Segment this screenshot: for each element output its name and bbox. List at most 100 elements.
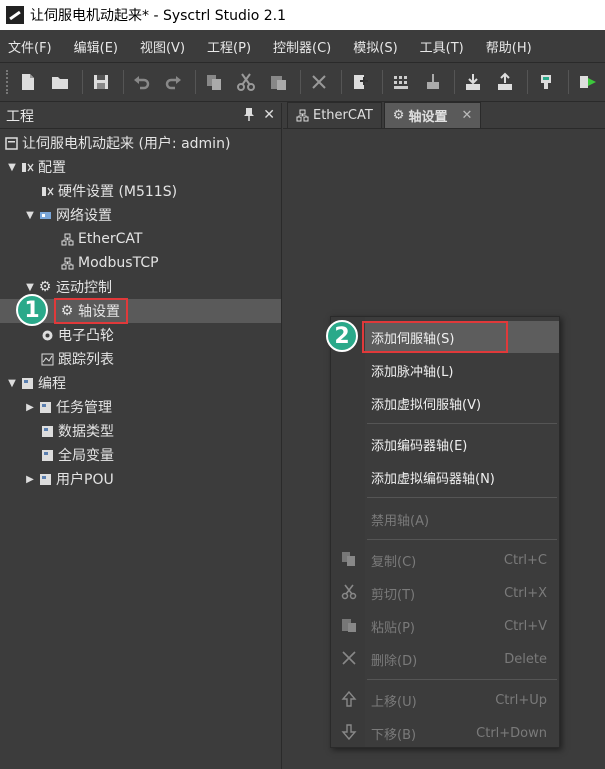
tree-item-datatype[interactable]: 数据类型 [0, 419, 281, 443]
menu-item-move-down[interactable]: 下移(B) Ctrl+Down [365, 717, 559, 749]
tree-item-label: 用户POU [56, 472, 114, 488]
paste-button[interactable] [264, 68, 292, 96]
tree-item-motion[interactable]: ▼ ⚙ 运动控制 [0, 275, 281, 299]
expand-arrow-icon[interactable]: ▼ [24, 282, 36, 293]
menu-item-copy[interactable]: 复制(C) Ctrl+C [365, 544, 559, 576]
download-button[interactable] [459, 68, 487, 96]
collapse-arrow-icon[interactable]: ▶ [24, 474, 36, 485]
tree-item-label: 电子凸轮 [58, 328, 114, 344]
redo-button[interactable] [159, 68, 187, 96]
compile-icon [353, 75, 368, 89]
paste-icon [271, 76, 287, 90]
menu-item-label: 下移(B) [371, 727, 417, 743]
menu-simulate[interactable]: 模拟(S) [353, 37, 397, 56]
tab-close-icon[interactable]: ✕ [461, 108, 472, 123]
folder-icon [51, 77, 68, 89]
menu-item-shortcut: Delete [504, 651, 547, 667]
tree-item-modbus[interactable]: ModbusTCP [0, 251, 281, 275]
pin-icon[interactable] [243, 107, 255, 125]
project-panel-header: 工程 ✕ [0, 103, 281, 129]
menu-item-add-virtual-servo[interactable]: 添加虚拟伺服轴(V) [365, 387, 559, 419]
tree-item-globalvar[interactable]: 全局变量 [0, 443, 281, 467]
menu-item-paste[interactable]: 粘贴(P) Ctrl+V [365, 610, 559, 642]
scissors-icon [339, 582, 359, 602]
tree-item-task[interactable]: ▶ 任务管理 [0, 395, 281, 419]
menu-item-add-encoder[interactable]: 添加编码器轴(E) [365, 428, 559, 460]
expand-arrow-icon[interactable]: ▼ [6, 378, 18, 389]
menu-help[interactable]: 帮助(H) [486, 37, 532, 56]
delete-button[interactable] [305, 68, 333, 96]
menu-item-label: 添加脉冲轴(L) [371, 364, 454, 380]
build-button[interactable] [387, 68, 415, 96]
menu-item-disable-axis[interactable]: 禁用轴(A) [365, 503, 559, 535]
toolbar-divider [568, 70, 570, 94]
menu-item-move-up[interactable]: 上移(U) Ctrl+Up [365, 684, 559, 716]
toolbar-divider [454, 70, 456, 94]
menu-item-add-pulse[interactable]: 添加脉冲轴(L) [365, 354, 559, 386]
tab-ethercat[interactable]: EtherCAT [287, 102, 382, 128]
tree-item-userpou[interactable]: ▶ 用户POU [0, 467, 281, 491]
arrow-up-icon [339, 689, 359, 709]
toolbar [0, 62, 605, 102]
menu-item-label: 粘贴(P) [371, 620, 415, 636]
upload-button[interactable] [491, 68, 519, 96]
menu-tools[interactable]: 工具(T) [420, 37, 464, 56]
tree-item-label: 轴设置 [78, 304, 120, 320]
menu-project[interactable]: 工程(P) [207, 37, 251, 56]
expand-arrow-icon[interactable]: ▼ [24, 210, 36, 221]
tab-label: EtherCAT [313, 108, 373, 123]
add-servo-highlight-box [362, 321, 508, 353]
toolbar-grip[interactable] [6, 70, 10, 94]
menu-controller[interactable]: 控制器(C) [273, 37, 331, 56]
open-folder-button[interactable] [46, 68, 74, 96]
run-button[interactable] [573, 68, 601, 96]
cut-button[interactable] [232, 68, 260, 96]
expand-arrow-icon[interactable]: ▼ [6, 162, 18, 173]
axis-highlight-box[interactable]: ⚙ 轴设置 [54, 298, 128, 324]
menu-item-label: 剪切(T) [371, 587, 416, 603]
menu-file[interactable]: 文件(F) [8, 37, 52, 56]
menu-item-delete[interactable]: 删除(D) Delete [365, 643, 559, 675]
programming-icon [20, 376, 34, 390]
clean-button[interactable] [419, 68, 447, 96]
tree-item-config[interactable]: ▼ 配置 [0, 155, 281, 179]
copy-button[interactable] [200, 68, 228, 96]
new-file-button[interactable] [14, 68, 42, 96]
tree-item-ethercat[interactable]: EtherCAT [0, 227, 281, 251]
menu-item-shortcut: Ctrl+V [504, 618, 547, 634]
menu-view[interactable]: 视图(V) [140, 37, 185, 56]
tree-item-project[interactable]: 让伺服电机动起来 (用户: admin) [0, 131, 281, 155]
tree-item-hardware[interactable]: 硬件设置 (M511S) [0, 179, 281, 203]
connect-button[interactable] [532, 68, 560, 96]
tree-item-programming[interactable]: ▼ 编程 [0, 371, 281, 395]
menu-edit[interactable]: 编辑(E) [74, 37, 118, 56]
collapse-arrow-icon[interactable]: ▶ [24, 402, 36, 413]
save-button[interactable] [87, 68, 115, 96]
app-logo-icon [6, 6, 24, 24]
menu-item-cut[interactable]: 剪切(T) Ctrl+X [365, 577, 559, 609]
menu-item-label: 添加虚拟伺服轴(V) [371, 397, 482, 413]
tree-item-trace[interactable]: 跟踪列表 [0, 347, 281, 371]
modbus-icon [60, 256, 74, 270]
step-badge-1: 1 [16, 294, 48, 326]
tree-item-cam[interactable]: 电子凸轮 [0, 323, 281, 347]
menu-item-add-virtual-encoder[interactable]: 添加虚拟编码器轴(N) [365, 461, 559, 493]
toolbar-divider [81, 70, 83, 94]
globalvar-icon [40, 448, 54, 462]
delete-icon [312, 75, 326, 89]
grid-icon [393, 76, 408, 89]
network-icon [38, 208, 52, 222]
compile-button[interactable] [346, 68, 374, 96]
close-icon[interactable]: ✕ [263, 107, 275, 125]
tree-item-network[interactable]: ▼ 网络设置 [0, 203, 281, 227]
undo-button[interactable] [128, 68, 156, 96]
menu-divider [367, 497, 557, 498]
toolbar-divider [340, 70, 342, 94]
tree-item-label: 网络设置 [56, 208, 112, 224]
cam-icon [40, 328, 54, 342]
toolbar-divider [527, 70, 529, 94]
context-menu: 添加伺服轴(S) 添加脉冲轴(L) 添加虚拟伺服轴(V) 添加编码器轴(E) 添… [330, 316, 560, 748]
tab-axis-settings[interactable]: ⚙ 轴设置 ✕ [383, 102, 482, 128]
toolbar-divider [122, 70, 124, 94]
ethercat-icon [60, 232, 74, 246]
